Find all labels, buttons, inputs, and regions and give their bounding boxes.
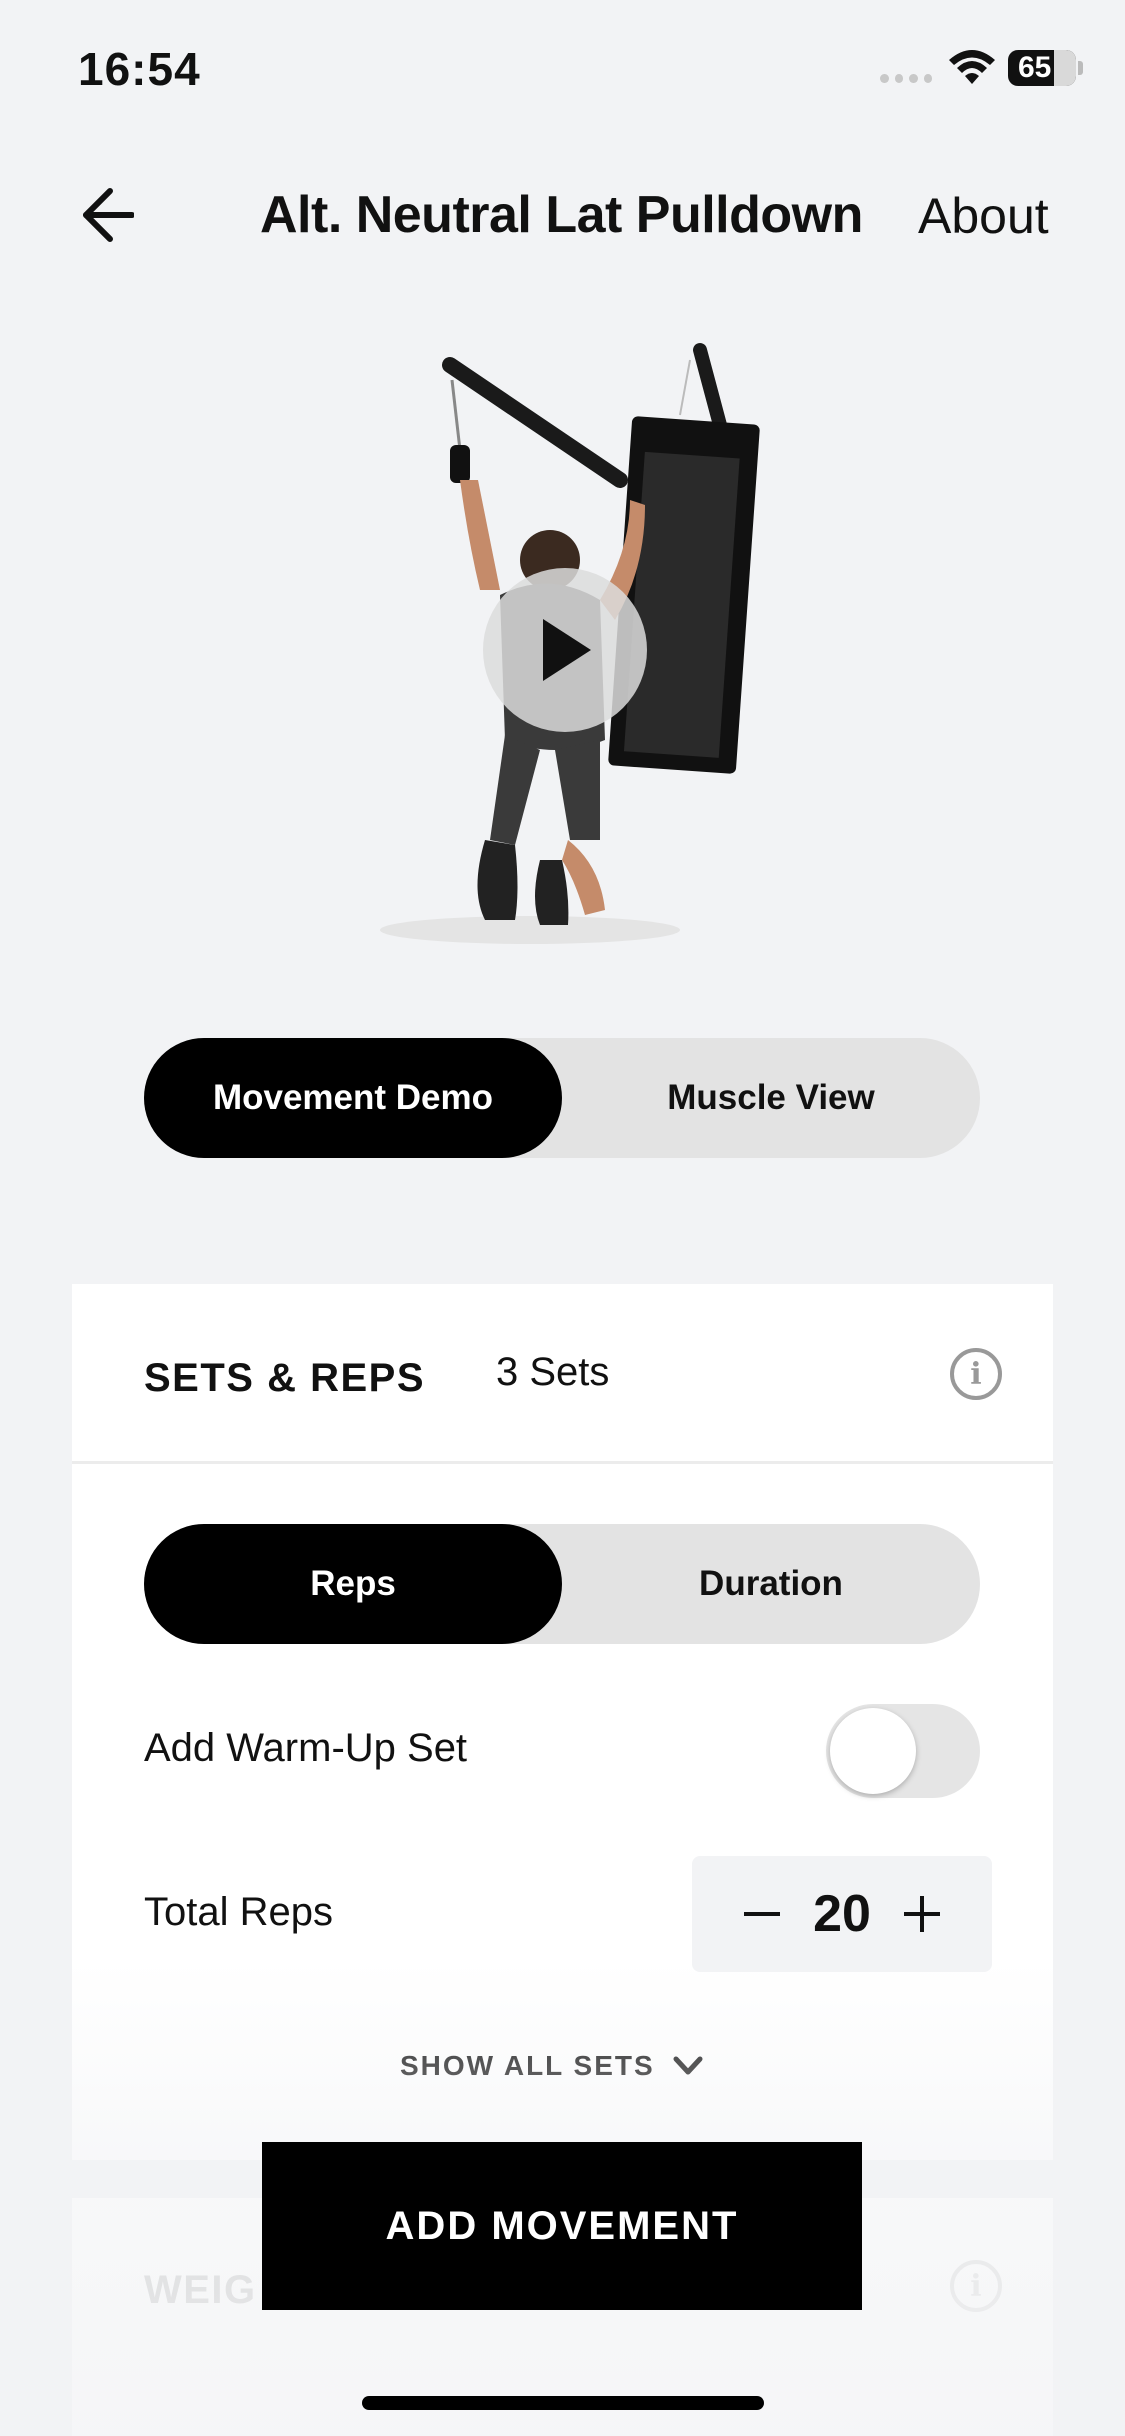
total-reps-value: 20: [813, 1885, 871, 1943]
back-button[interactable]: [80, 185, 136, 245]
tab-movement-demo[interactable]: Movement Demo: [144, 1038, 562, 1158]
play-icon: [543, 619, 591, 681]
play-button[interactable]: [483, 568, 647, 732]
wifi-icon: [948, 50, 996, 91]
info-icon[interactable]: i: [950, 1348, 1002, 1400]
weight-title: WEIG: [144, 2268, 257, 2312]
sets-reps-title: SETS & REPS: [144, 1356, 426, 1400]
battery-level: 65: [1018, 51, 1052, 84]
info-icon[interactable]: i: [950, 2260, 1002, 2312]
sets-reps-header: SETS & REPS 3 Sets i: [72, 1284, 1053, 1464]
cellular-signal-icon: [880, 74, 932, 84]
toggle-knob: [830, 1708, 916, 1794]
page-title: Alt. Neutral Lat Pulldown: [260, 186, 863, 244]
decrement-button[interactable]: [742, 1882, 782, 1947]
increment-button[interactable]: [902, 1882, 942, 1947]
show-all-sets-button[interactable]: SHOW ALL SETS: [400, 2050, 703, 2082]
sets-summary: 3 Sets: [496, 1350, 610, 1394]
view-toggle: Movement Demo Muscle View: [144, 1038, 980, 1158]
total-reps-label: Total Reps: [144, 1890, 333, 1934]
arrow-left-icon: [83, 188, 134, 242]
tab-duration[interactable]: Duration: [562, 1524, 980, 1644]
battery-tip: [1078, 61, 1083, 75]
chevron-down-icon: [673, 2056, 703, 2075]
home-indicator: [362, 2396, 764, 2410]
minus-icon: [744, 1911, 780, 1916]
warmup-toggle[interactable]: [826, 1704, 980, 1798]
add-movement-button[interactable]: ADD MOVEMENT: [262, 2142, 862, 2310]
warmup-label: Add Warm-Up Set: [144, 1726, 468, 1770]
mode-toggle: Reps Duration: [144, 1524, 980, 1644]
about-link[interactable]: About: [918, 187, 1049, 245]
total-reps-stepper: 20: [692, 1856, 992, 1972]
tab-reps[interactable]: Reps: [144, 1524, 562, 1644]
battery-icon: 65: [1008, 50, 1076, 86]
show-all-sets-label: SHOW ALL SETS: [400, 2050, 655, 2081]
plus-icon: [904, 1895, 940, 1932]
status-time: 16:54: [78, 43, 201, 95]
tab-muscle-view[interactable]: Muscle View: [562, 1038, 980, 1158]
